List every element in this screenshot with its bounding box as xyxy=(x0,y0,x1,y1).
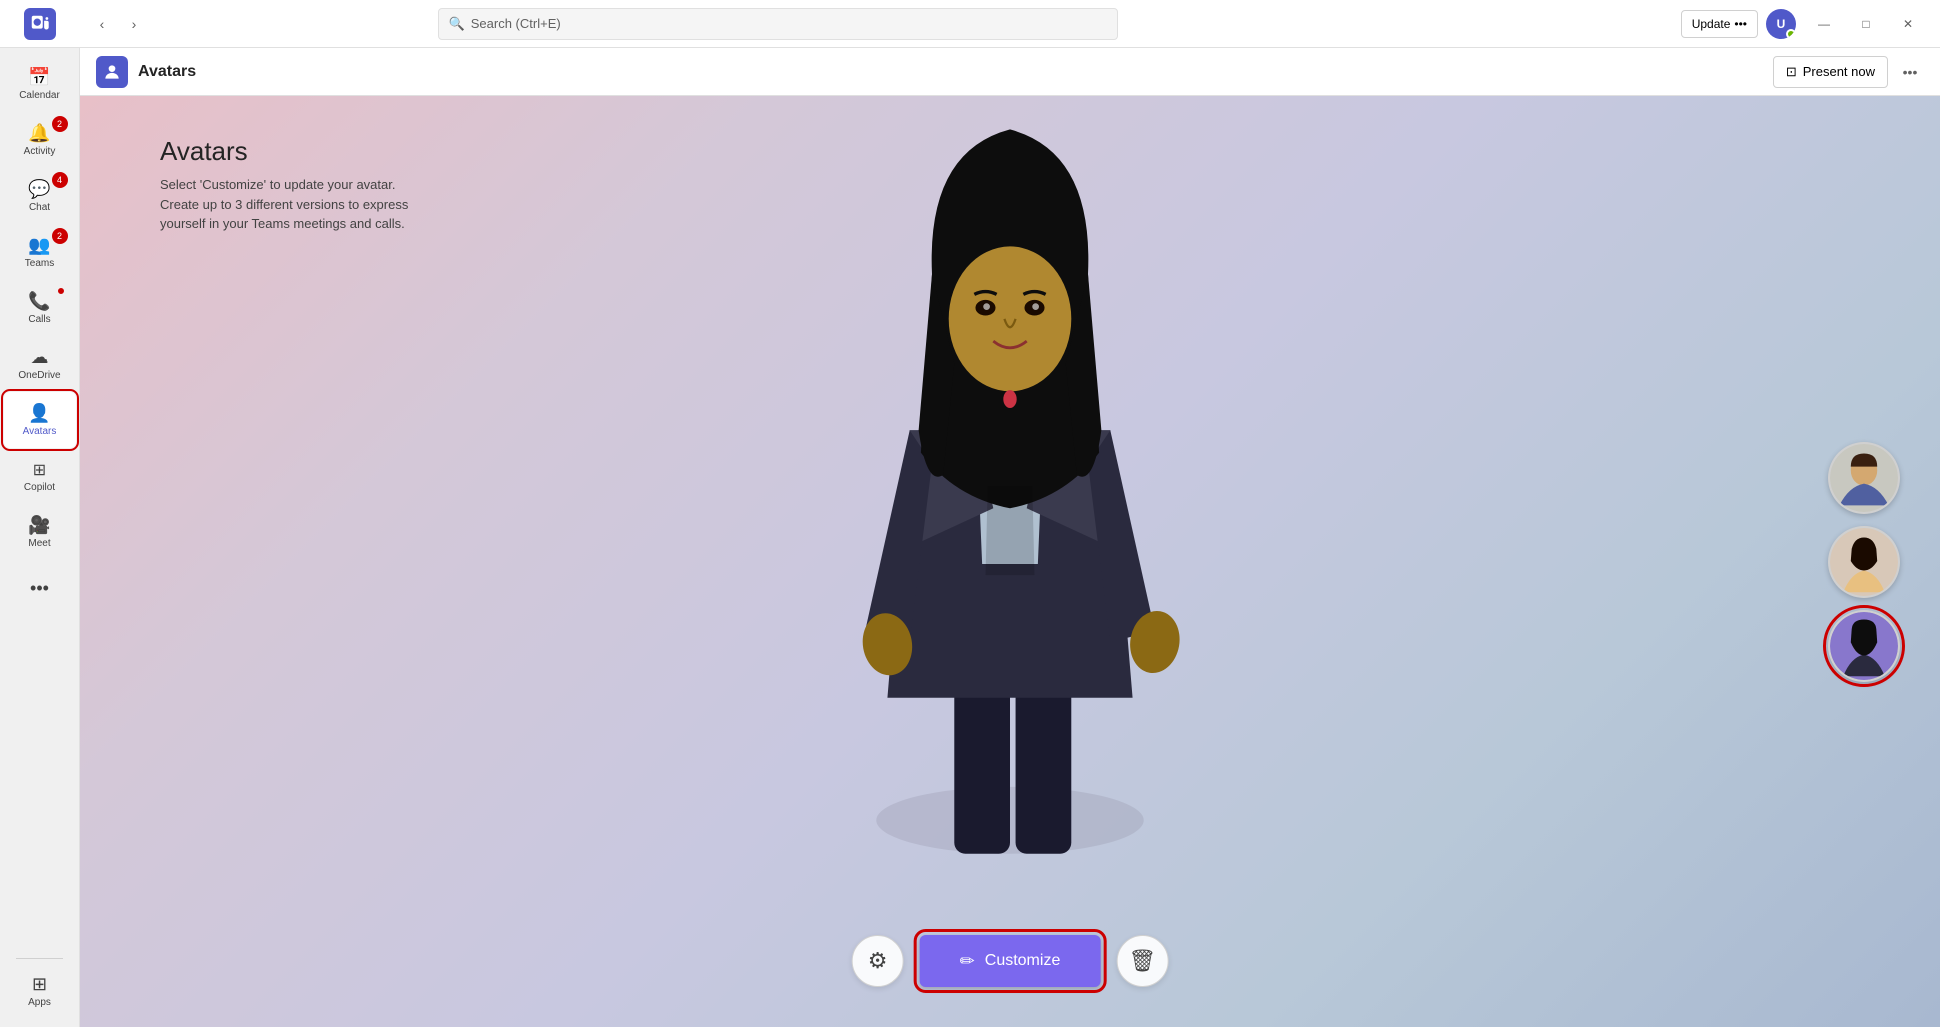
present-now-button[interactable]: ⊡ Present now xyxy=(1773,56,1888,88)
teams-badge: 2 xyxy=(52,228,68,244)
titlebar-right: Update ••• U — □ ✕ xyxy=(1681,8,1940,40)
sidebar-item-avatars[interactable]: 👤 Avatars xyxy=(4,392,76,448)
sidebar-item-copilot[interactable]: ⊞ Copilot xyxy=(4,448,76,504)
main-content: Avatars ⊡ Present now ••• Avatars Select… xyxy=(80,48,1940,1027)
nav-divider xyxy=(16,958,63,959)
meet-label: Meet xyxy=(28,538,50,549)
onedrive-icon: ☁ xyxy=(31,347,49,368)
titlebar-search-area: 🔍 Search (Ctrl+E) xyxy=(438,8,1118,40)
activity-icon: 🔔 xyxy=(28,123,50,144)
meet-icon: 🎥 xyxy=(28,515,50,536)
titlebar: ‹ › 🔍 Search (Ctrl+E) Update ••• U — □ ✕ xyxy=(0,0,1940,48)
customize-button[interactable]: ✏ Customize xyxy=(920,935,1101,987)
calls-badge-dot xyxy=(56,286,66,296)
user-status-dot xyxy=(1786,29,1796,39)
avatars-icon: 👤 xyxy=(28,403,50,424)
avatar-thumb-1[interactable] xyxy=(1828,442,1900,514)
teams-label: Teams xyxy=(25,258,54,269)
apps-icon: ⊞ xyxy=(32,974,47,995)
avatar-thumb-2[interactable] xyxy=(1828,526,1900,598)
search-placeholder: Search (Ctrl+E) xyxy=(471,16,561,31)
calls-label: Calls xyxy=(28,314,50,325)
avatar-thumb-3[interactable] xyxy=(1828,610,1900,682)
chat-badge: 4 xyxy=(52,172,68,188)
calendar-icon: 📅 xyxy=(28,67,50,88)
sidebar-item-calendar[interactable]: 📅 Calendar xyxy=(4,56,76,112)
teams-icon: 👥 xyxy=(28,235,50,256)
update-label: Update xyxy=(1692,17,1731,31)
main-avatar-figure xyxy=(810,96,1210,876)
content-area: Avatars Select 'Customize' to update you… xyxy=(80,96,1940,1027)
sidebar-item-onedrive[interactable]: ☁ OneDrive xyxy=(4,336,76,392)
desc-line3: yourself in your Teams meetings and call… xyxy=(160,216,405,231)
update-dots: ••• xyxy=(1734,17,1747,31)
search-icon: 🔍 xyxy=(449,16,465,32)
teams-logo-icon xyxy=(24,8,56,40)
titlebar-logo xyxy=(0,8,80,40)
content-heading: Avatars xyxy=(160,136,408,167)
sidebar-item-teams[interactable]: 👥 2 Teams xyxy=(4,224,76,280)
calls-icon: 📞 xyxy=(28,291,50,312)
minimize-button[interactable]: — xyxy=(1804,8,1844,40)
app-icon xyxy=(96,56,128,88)
activity-label: Activity xyxy=(24,146,56,157)
settings-icon: ⚙ xyxy=(868,948,888,974)
window-controls: — □ ✕ xyxy=(1804,8,1928,40)
header-more-button[interactable]: ••• xyxy=(1896,58,1924,86)
copilot-label: Copilot xyxy=(24,482,55,493)
avatars-label: Avatars xyxy=(23,426,57,437)
calendar-label: Calendar xyxy=(19,90,60,101)
user-avatar[interactable]: U xyxy=(1766,9,1796,39)
apps-label: Apps xyxy=(28,997,51,1008)
app-header-right: ⊡ Present now ••• xyxy=(1773,56,1924,88)
present-icon: ⊡ xyxy=(1786,64,1797,80)
avatar-selector-panel xyxy=(1828,442,1900,682)
delete-button[interactable]: 🗑 xyxy=(1116,935,1168,987)
sidebar-item-meet[interactable]: 🎥 Meet xyxy=(4,504,76,560)
present-label: Present now xyxy=(1803,64,1875,79)
close-button[interactable]: ✕ xyxy=(1888,8,1928,40)
app-sidebar: 📅 Calendar 🔔 2 Activity 💬 4 Chat 👥 2 Tea… xyxy=(0,48,80,1027)
settings-button[interactable]: ⚙ xyxy=(852,935,904,987)
sidebar-item-more[interactable]: ••• xyxy=(4,560,76,616)
sidebar-item-activity[interactable]: 🔔 2 Activity xyxy=(4,112,76,168)
app-title: Avatars xyxy=(138,63,196,81)
sidebar-item-chat[interactable]: 💬 4 Chat xyxy=(4,168,76,224)
avatar-description: Avatars Select 'Customize' to update you… xyxy=(160,136,408,234)
chat-icon: 💬 xyxy=(28,179,50,200)
forward-button[interactable]: › xyxy=(120,10,148,38)
desc-line1: Select 'Customize' to update your avatar… xyxy=(160,177,395,192)
back-button[interactable]: ‹ xyxy=(88,10,116,38)
search-box[interactable]: 🔍 Search (Ctrl+E) xyxy=(438,8,1118,40)
desc-line2: Create up to 3 different versions to exp… xyxy=(160,197,408,212)
pencil-icon: ✏ xyxy=(960,951,975,972)
maximize-button[interactable]: □ xyxy=(1846,8,1886,40)
update-button[interactable]: Update ••• xyxy=(1681,10,1758,38)
more-icon: ••• xyxy=(30,578,49,599)
customize-label: Customize xyxy=(985,952,1061,970)
app-header: Avatars ⊡ Present now ••• xyxy=(80,48,1940,96)
activity-badge: 2 xyxy=(52,116,68,132)
onedrive-label: OneDrive xyxy=(18,370,60,381)
copilot-icon: ⊞ xyxy=(33,460,46,480)
sidebar-item-calls[interactable]: 📞 Calls xyxy=(4,280,76,336)
chat-label: Chat xyxy=(29,202,50,213)
sidebar-item-apps[interactable]: ⊞ Apps xyxy=(4,963,76,1019)
bottom-controls: ⚙ ✏ Customize 🗑 xyxy=(852,935,1169,987)
trash-icon: 🗑 xyxy=(1128,948,1156,974)
titlebar-nav: ‹ › xyxy=(80,10,156,38)
